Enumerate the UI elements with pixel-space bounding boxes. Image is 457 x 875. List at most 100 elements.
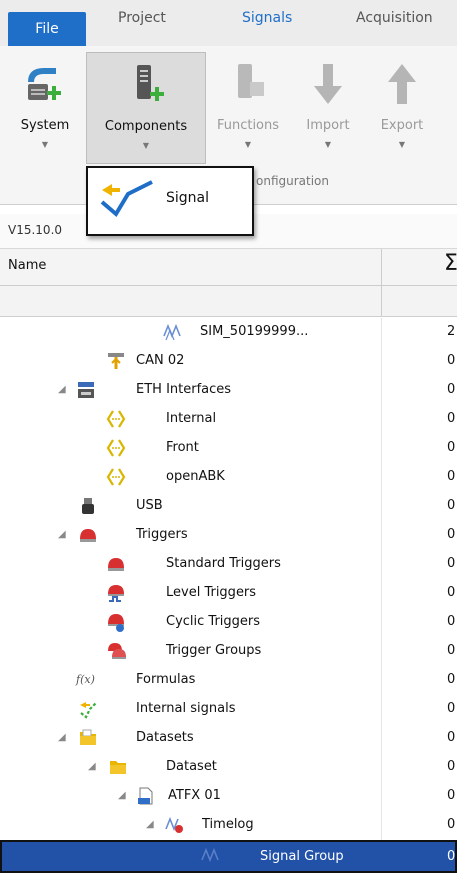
tree-value: 0 <box>447 469 456 484</box>
export-arrow-icon <box>388 64 416 104</box>
menu-signals[interactable]: Signals <box>242 0 292 46</box>
expand-triangle-icon[interactable]: ◢ <box>58 384 66 395</box>
tree-label: Level Triggers <box>166 585 257 600</box>
functions-icon <box>238 64 264 98</box>
timelog-icon <box>165 816 183 833</box>
column-header-sum[interactable]: Σ <box>381 249 457 285</box>
trigger-group-icon <box>108 643 126 659</box>
tree-value: 0 <box>447 701 456 716</box>
tree-label: Internal signals <box>136 701 236 716</box>
version-text: V15.10.0 <box>8 223 63 237</box>
tree-row-cyclic-triggers[interactable]: Cyclic Triggers 0 <box>0 608 457 637</box>
internal-signal-icon <box>80 702 97 719</box>
tree-row-internal-signals[interactable]: Internal signals 0 <box>0 695 457 724</box>
tree-row-usb[interactable]: USB 0 <box>0 492 457 521</box>
tree-label: Standard Triggers <box>166 556 281 571</box>
signal-wave-icon <box>163 323 181 341</box>
tree-value: 0 <box>447 556 456 571</box>
components-dropdown-menu: Signal <box>86 166 254 236</box>
tree-value: 0 <box>447 643 456 658</box>
ribbon-group-label: onfiguration <box>256 174 330 188</box>
functions-label: Functions <box>216 118 280 133</box>
tree-label: ATFX 01 <box>168 788 221 803</box>
tree-value: 0 <box>447 353 456 368</box>
tree-row-can02[interactable]: CAN 02 0 <box>0 347 457 376</box>
tree-value: 0 <box>447 440 456 455</box>
folder-icon <box>110 761 126 774</box>
filter-cell-sum[interactable] <box>381 286 457 316</box>
tree-value: 0 <box>447 817 456 832</box>
usb-icon <box>82 498 94 514</box>
tree-label: openABK <box>166 469 225 484</box>
atfx-file-icon <box>138 787 153 805</box>
tree-row-formulas[interactable]: f(x) Formulas 0 <box>0 666 457 695</box>
tree-label: USB <box>136 498 163 513</box>
tree-label: Datasets <box>136 730 194 745</box>
tree-value: 2 <box>447 324 456 339</box>
expand-triangle-icon[interactable]: ◢ <box>58 529 66 540</box>
tree-row-internal[interactable]: Internal 0 <box>0 405 457 434</box>
tree-row-openabk[interactable]: openABK 0 <box>0 463 457 492</box>
tree-label: Signal Group <box>260 849 344 864</box>
menu-file[interactable]: File <box>8 12 86 46</box>
tree-value: 0 <box>447 730 456 745</box>
tree-row-datasets[interactable]: ◢ Datasets 0 <box>0 724 457 753</box>
interface-bracket-icon <box>106 410 126 428</box>
menu-item-signal[interactable]: Signal <box>88 168 252 234</box>
tree-row-signal-group[interactable]: Signal Group 0 <box>0 840 457 873</box>
components-button[interactable]: Components ▼ <box>86 52 206 164</box>
export-button[interactable]: Export ▼ <box>370 52 434 162</box>
tree-value: 0 <box>447 585 456 600</box>
tree-row-eth[interactable]: ◢ ETH Interfaces 0 <box>0 376 457 405</box>
tree-row-dataset[interactable]: ◢ Dataset 0 <box>0 753 457 782</box>
tree-label: Internal <box>166 411 217 426</box>
expand-triangle-icon[interactable]: ◢ <box>146 819 154 830</box>
menu-acquisition[interactable]: Acquisition <box>356 0 433 46</box>
trigger-icon <box>80 529 96 542</box>
tree-value: 0 <box>447 614 456 629</box>
expand-triangle-icon[interactable]: ◢ <box>58 732 66 743</box>
signal-wave-icon <box>100 180 153 218</box>
export-dropdown-icon: ▼ <box>398 140 406 149</box>
menu-project[interactable]: Project <box>118 0 166 46</box>
trigger-icon <box>108 558 124 571</box>
tree-row-sim[interactable]: SIM_50199999... 2 <box>0 318 457 347</box>
menu-item-signal-label: Signal <box>166 190 210 206</box>
signal-group-icon <box>201 847 219 863</box>
functions-button[interactable]: Functions ▼ <box>210 52 286 162</box>
tree-row-level-triggers[interactable]: Level Triggers 0 <box>0 579 457 608</box>
tree-row-timelog[interactable]: ◢ Timelog 0 <box>0 811 457 840</box>
cyclic-trigger-icon <box>108 614 124 632</box>
import-label: Import <box>306 118 350 133</box>
import-button[interactable]: Import ▼ <box>298 52 358 162</box>
tree-label: Timelog <box>202 817 254 832</box>
ethernet-icon <box>78 382 94 398</box>
tree-value: 0 <box>447 382 456 397</box>
tree-row-standard-triggers[interactable]: Standard Triggers 0 <box>0 550 457 579</box>
components-add-icon <box>137 65 164 101</box>
tree-value: 0 <box>447 788 456 803</box>
expand-triangle-icon[interactable]: ◢ <box>88 761 96 772</box>
expand-triangle-icon[interactable]: ◢ <box>118 790 126 801</box>
system-button[interactable]: System ▼ <box>6 52 84 162</box>
tree-row-atfx[interactable]: ◢ ATFX 01 0 <box>0 782 457 811</box>
folder-icon <box>80 729 96 745</box>
tree-value: 0 <box>447 411 456 426</box>
sum-icon: Σ <box>444 251 457 276</box>
tree-row-trigger-groups[interactable]: Trigger Groups 0 <box>0 637 457 666</box>
tree-row-triggers[interactable]: ◢ Triggers 0 <box>0 521 457 550</box>
functions-dropdown-icon: ▼ <box>244 140 252 149</box>
grid-filter-row[interactable] <box>0 286 457 317</box>
can-bus-icon <box>108 353 124 369</box>
tree-label: Dataset <box>166 759 217 774</box>
tree-row-front[interactable]: Front 0 <box>0 434 457 463</box>
tree-value: 0 <box>447 672 456 687</box>
column-header-name[interactable]: Name <box>8 258 46 273</box>
tree-label: Front <box>166 440 199 455</box>
import-dropdown-icon: ▼ <box>324 140 332 149</box>
tree-value: 0 <box>447 849 456 864</box>
level-trigger-icon <box>108 585 124 602</box>
menu-bar: File Project Signals Acquisition <box>0 0 457 46</box>
tree-label: SIM_50199999... <box>200 324 309 339</box>
tree-label: Trigger Groups <box>166 643 262 658</box>
